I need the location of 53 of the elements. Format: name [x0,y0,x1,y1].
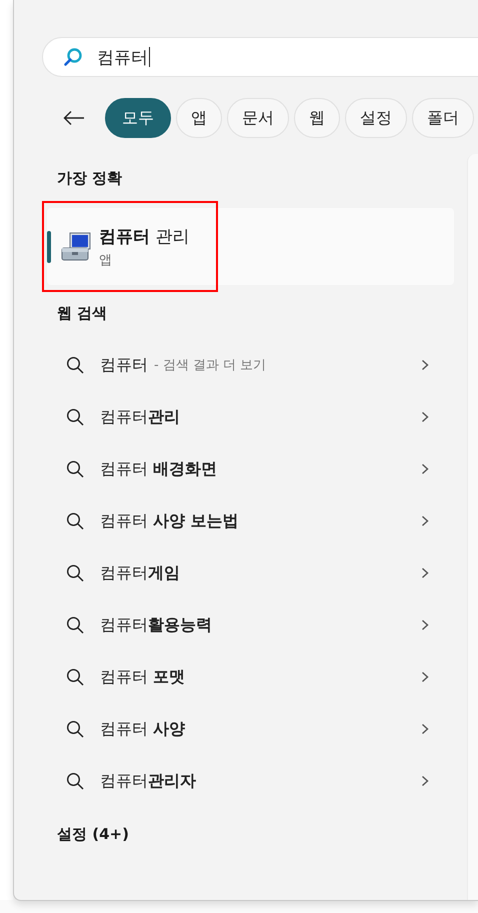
search-icon [66,408,84,426]
web-search-suggestion[interactable]: 컴퓨터관리자 [14,755,467,807]
web-search-suggestion[interactable]: 컴퓨터게임 [14,547,467,599]
chevron-right-icon [421,359,429,371]
search-icon [66,720,84,738]
search-icon [66,616,84,634]
section-heading: 설정 (4+) [57,824,130,845]
web-search-suggestion[interactable]: 컴퓨터 포맷 [14,651,467,703]
web-search-suggestion[interactable]: 컴퓨터 사양 [14,703,467,755]
filter-tab[interactable]: 폴더 [412,98,474,138]
section-heading: 웹 검색 [57,303,108,324]
suggestion-text: 컴퓨터관리 [100,406,180,428]
search-icon [66,460,84,478]
search-icon [66,564,84,582]
chevron-right-icon [421,775,429,787]
result-title: 컴퓨터 관리 [99,226,190,248]
filter-tab[interactable]: 웹 [294,98,340,138]
chevron-right-icon [421,463,429,475]
search-icon [66,668,84,686]
result-type: 앱 [99,252,113,268]
back-arrow-icon[interactable] [63,110,85,126]
computer-icon [60,230,92,262]
suggestion-text: 컴퓨터 포맷 [100,666,186,688]
suggestion-text: 컴퓨터활용능력 [100,614,212,636]
web-search-suggestion[interactable]: 컴퓨터관리 [14,391,467,443]
suggestion-text: 컴퓨터 배경화면 [100,458,218,480]
chevron-right-icon [421,411,429,423]
filter-tab[interactable]: 설정 [345,98,407,138]
web-search-suggestion[interactable]: 컴퓨터활용능력 [14,599,467,651]
web-search-suggestion[interactable]: 컴퓨터 배경화면 [14,443,467,495]
suggestion-text: 컴퓨터게임 [100,562,180,584]
suggestion-text: 컴퓨터 사양 [100,718,186,740]
search-icon [66,356,84,374]
section-heading: 가장 정확 [57,168,124,189]
chevron-right-icon [421,671,429,683]
filter-tab[interactable]: 문서 [227,98,289,138]
search-icon [66,512,84,530]
best-match-result[interactable]: 컴퓨터 관리 앱 [47,208,454,285]
chevron-right-icon [421,619,429,631]
chevron-right-icon [421,567,429,579]
filter-tab[interactable]: 앱 [176,98,222,138]
chevron-right-icon [421,515,429,527]
search-icon [66,772,84,790]
chevron-right-icon [421,723,429,735]
suggestion-text: 컴퓨터 사양 보는법 [100,510,239,532]
search-icon [63,47,83,67]
web-search-suggestion[interactable]: 컴퓨터 - 검색 결과 더 보기 [14,339,467,391]
suggestion-hint: - 검색 결과 더 보기 [154,357,266,374]
suggestion-text: 컴퓨터관리자 [100,770,196,792]
search-field[interactable]: 컴퓨터 [42,37,478,77]
filter-tab[interactable]: 모두 [105,98,171,138]
suggestion-text: 컴퓨터 [100,354,148,376]
web-search-suggestion[interactable]: 컴퓨터 사양 보는법 [14,495,467,547]
